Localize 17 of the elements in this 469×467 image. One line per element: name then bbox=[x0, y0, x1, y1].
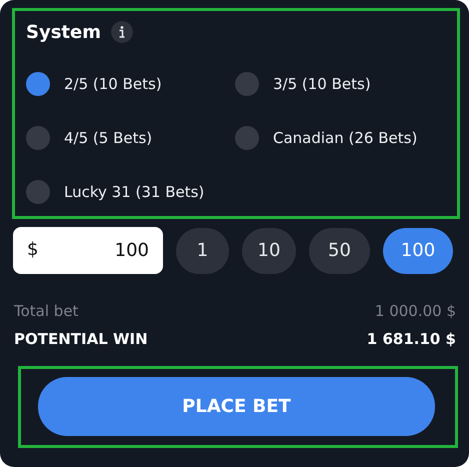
currency-label: $ bbox=[27, 239, 38, 261]
section-title: System bbox=[26, 22, 101, 42]
info-icon[interactable] bbox=[110, 21, 133, 43]
system-option[interactable]: 4/5 (5 Bets) bbox=[26, 111, 235, 165]
stake-chip[interactable]: 1 bbox=[176, 228, 229, 274]
stake-chip[interactable]: 100 bbox=[383, 228, 453, 274]
total-bet-label: Total bet bbox=[14, 302, 78, 320]
stake-chip[interactable]: 50 bbox=[309, 228, 370, 274]
stake-chip[interactable]: 10 bbox=[242, 228, 296, 274]
system-option[interactable]: 3/5 (10 Bets) bbox=[235, 57, 447, 111]
total-bet-value: 1 000.00 $ bbox=[374, 302, 456, 320]
potential-win-value: 1 681.10 $ bbox=[366, 330, 456, 348]
system-option[interactable]: Canadian (26 Bets) bbox=[235, 111, 447, 165]
potential-win-label: POTENTIAL WIN bbox=[14, 330, 148, 348]
system-option[interactable]: 2/5 (10 Bets) bbox=[26, 57, 235, 111]
place-bet-button[interactable]: PLACE BET bbox=[38, 377, 435, 436]
system-option[interactable]: Lucky 31 (31 Bets) bbox=[26, 165, 235, 219]
